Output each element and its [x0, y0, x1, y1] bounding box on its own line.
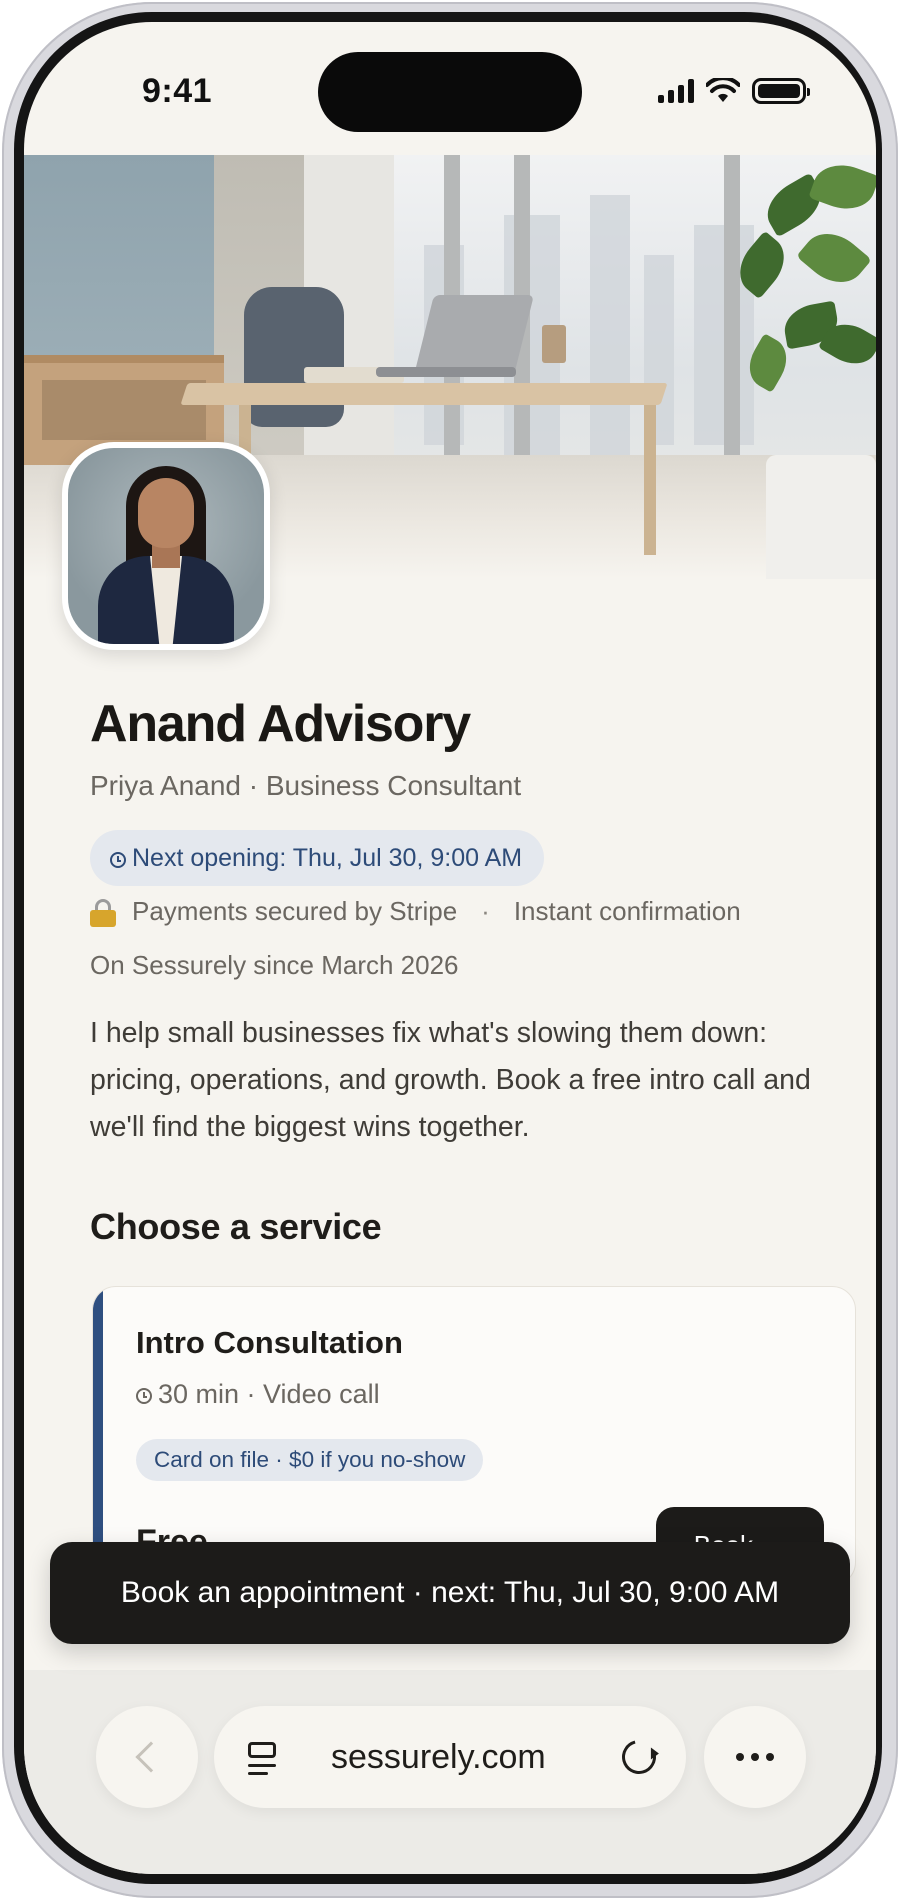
bio-text: I help small businesses fix what's slowi… [90, 1017, 811, 1143]
services-section-title: Choose a service [90, 1206, 382, 1247]
lock-icon [90, 898, 116, 927]
more-icon-dot [736, 1753, 744, 1761]
service-meta-text: 30 min · Video call [158, 1379, 380, 1409]
status-icons [658, 78, 810, 104]
screen: 9:41 Anand Advisory Priya Anand · Busine… [24, 22, 876, 1874]
book-appointment-button[interactable]: Book an appointment · next: Thu, Jul 30,… [50, 1542, 850, 1644]
clock-icon [110, 851, 126, 868]
payments-text: Payments secured by Stripe [132, 896, 458, 926]
service-card-intro-consultation[interactable]: Intro Consultation 30 min · Video call C… [92, 1286, 856, 1586]
battery-icon [752, 78, 810, 104]
page-title: Anand Advisory [90, 695, 471, 753]
chevron-left-icon [135, 1741, 167, 1773]
service-accent-bar [93, 1287, 103, 1585]
member-since: On Sessurely since March 2026 [90, 950, 459, 980]
signal-icon [658, 79, 694, 103]
back-button[interactable] [96, 1706, 198, 1808]
service-meta: 30 min · Video call [136, 1379, 380, 1410]
more-icon-dot [751, 1753, 759, 1761]
next-opening-text: Next opening: Thu, Jul 30, 9:00 AM [132, 843, 523, 872]
business-subtitle: Priya Anand · Business Consultant [90, 770, 522, 801]
address-bar[interactable]: sessurely.com [214, 1706, 686, 1808]
avatar [62, 442, 270, 650]
clock-icon [136, 1388, 152, 1404]
no-show-policy-badge: Card on file · $0 if you no-show [136, 1439, 484, 1481]
status-time: 9:41 [142, 72, 213, 110]
next-opening-badge: Next opening: Thu, Jul 30, 9:00 AM [90, 830, 545, 886]
wifi-icon [706, 78, 740, 102]
more-icon-dot [766, 1753, 774, 1761]
service-name: Intro Consultation [136, 1325, 403, 1360]
more-button[interactable] [704, 1706, 806, 1808]
trust-separator: · [481, 896, 490, 926]
trust-row: Payments secured by Stripe · Instant con… [90, 896, 741, 927]
reader-mode-icon[interactable] [248, 1742, 280, 1776]
confirmation-text: Instant confirmation [513, 896, 741, 926]
dynamic-island [318, 52, 582, 132]
reload-icon[interactable] [615, 1733, 663, 1781]
url-text: sessurely.com [331, 1738, 546, 1776]
